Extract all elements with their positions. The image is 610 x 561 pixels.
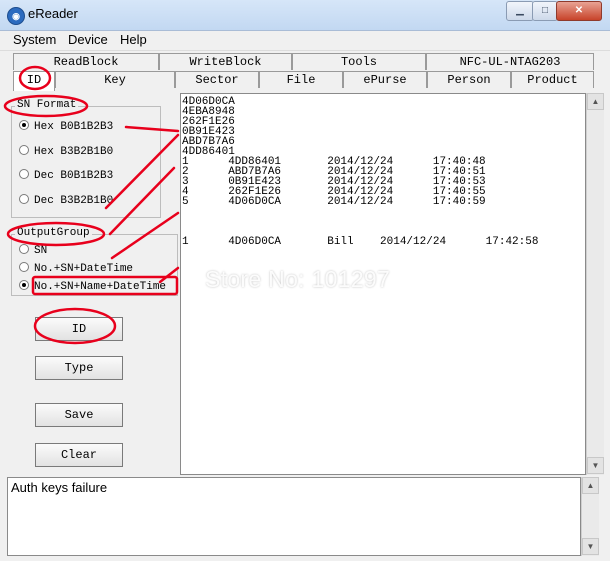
circle-mark-id-tab	[18, 65, 52, 91]
annotation-marks	[3, 65, 180, 345]
line-mark-2	[104, 133, 180, 210]
circle-mark-sn-format	[3, 94, 89, 118]
line-mark-1	[124, 125, 180, 133]
line-mark-3	[108, 166, 176, 236]
line-mark-4	[110, 211, 180, 260]
circle-mark-id-button	[33, 307, 117, 345]
line-mark-5	[158, 266, 180, 284]
box-mark-output-option	[31, 275, 179, 296]
circle-mark-output-group	[6, 221, 106, 247]
